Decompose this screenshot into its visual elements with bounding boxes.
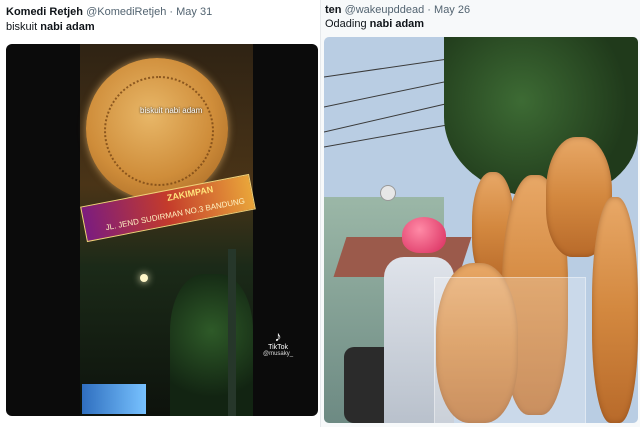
tweet-header: ten @wakeupddead · May 26: [325, 4, 470, 16]
header-separator: ·: [427, 4, 431, 16]
street-lamp: [140, 274, 148, 282]
tweet-date[interactable]: May 31: [176, 6, 212, 18]
tweet-date[interactable]: May 26: [434, 4, 470, 16]
biscuit-pattern: [104, 76, 214, 186]
tweet-text-bold: nabi adam: [369, 18, 425, 30]
tweet-video[interactable]: biskuit nabi adam ZAKIMPAN JL. JEND SUDI…: [6, 44, 318, 416]
tree-silhouette: [170, 274, 253, 416]
tweet-header: Komedi Retjeh @KomediRetjeh · May 31: [6, 6, 212, 18]
store-sign-address: JL. JEND SUDIRMAN NO.3 BANDUNG: [104, 196, 246, 233]
author-name[interactable]: Komedi Retjeh: [6, 6, 83, 18]
video-frame: biskuit nabi adam ZAKIMPAN JL. JEND SUDI…: [80, 44, 293, 416]
tweet-text-prefix: biskuit: [6, 21, 41, 33]
tiktok-label: TikTok: [268, 344, 289, 351]
tweet-text: biskuit nabi adam: [6, 21, 95, 33]
tweet-text-prefix: Odading: [325, 18, 370, 30]
plastic-bag: [434, 277, 586, 423]
video-overlay-caption: biskuit nabi adam: [140, 106, 203, 115]
giant-bread: [592, 197, 638, 423]
header-separator: ·: [169, 6, 174, 18]
tweet-photo[interactable]: [324, 37, 638, 423]
author-handle[interactable]: @KomediRetjeh: [86, 6, 166, 18]
tweet-text-bold: nabi adam: [40, 21, 95, 33]
sign-pole: [228, 249, 236, 416]
satellite-dish: [380, 185, 396, 201]
tiktok-username: @musaky_: [263, 351, 294, 357]
lit-billboard: [82, 384, 146, 414]
author-name[interactable]: ten: [325, 4, 342, 16]
author-handle[interactable]: @wakeupddead: [345, 4, 425, 16]
tiktok-icon: ♪: [274, 328, 282, 344]
tweet-text: Odading nabi adam: [325, 18, 424, 30]
giant-biscuit-sign: [86, 58, 228, 200]
tweet-card-right[interactable]: ten @wakeupddead · May 26 Odading nabi a…: [321, 0, 640, 427]
pink-helmet: [402, 217, 446, 253]
tiktok-watermark: ♪ TikTok @musaky_: [263, 328, 293, 357]
tweet-card-left[interactable]: Komedi Retjeh @KomediRetjeh · May 31 bis…: [0, 0, 320, 427]
